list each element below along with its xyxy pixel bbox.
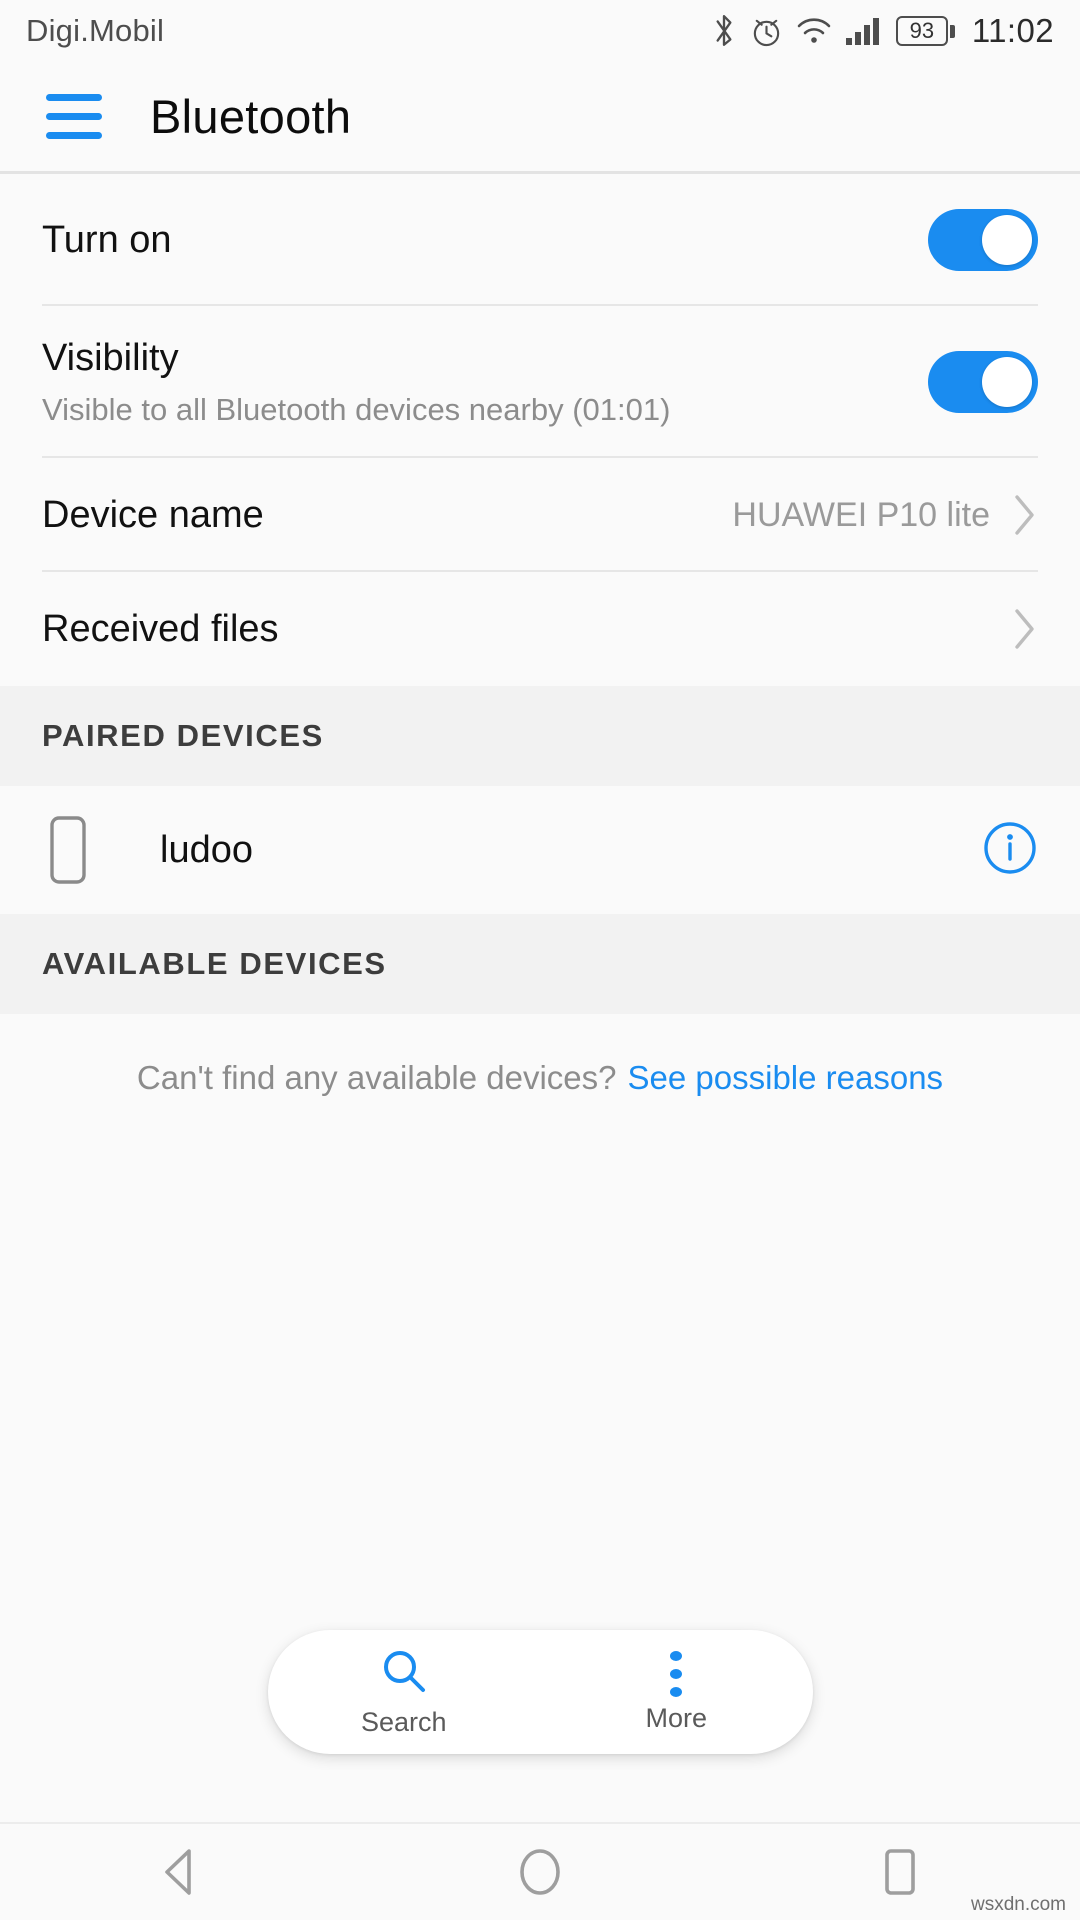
hamburger-menu-icon[interactable]	[46, 94, 102, 139]
setting-row-received-files[interactable]: Received files	[0, 572, 1080, 686]
android-nav-bar: wsxdn.com	[0, 1822, 1080, 1920]
more-vertical-icon	[670, 1650, 683, 1697]
turn-on-label: Turn on	[42, 218, 172, 261]
home-circle-icon[interactable]	[450, 1823, 630, 1920]
floating-action-bar: Search More	[267, 1630, 813, 1754]
device-name-value: HUAWEI P10 lite	[732, 495, 990, 534]
setting-row-turn-on[interactable]: Turn on	[0, 174, 1080, 306]
device-name-label: Device name	[42, 493, 264, 536]
setting-row-visibility[interactable]: Visibility Visible to all Bluetooth devi…	[0, 306, 1080, 458]
settings-list: Turn on Visibility Visible to all Blueto…	[0, 174, 1080, 1822]
phone-device-icon	[42, 815, 94, 885]
search-action-label: Search	[360, 1707, 447, 1737]
info-circle-icon[interactable]	[982, 820, 1038, 881]
more-action-button[interactable]: More	[540, 1630, 813, 1754]
visibility-subtitle: Visible to all Bluetooth devices nearby …	[42, 391, 671, 427]
back-triangle-icon[interactable]	[90, 1823, 270, 1920]
status-bar: Digi.Mobil 93 11:02	[0, 0, 1080, 62]
setting-row-device-name[interactable]: Device name HUAWEI P10 lite	[0, 458, 1080, 572]
battery-icon: 93	[895, 16, 955, 46]
recents-square-icon[interactable]	[810, 1823, 990, 1920]
app-bar: Bluetooth	[0, 62, 1080, 174]
carrier-label: Digi.Mobil	[26, 13, 165, 48]
visibility-toggle[interactable]	[928, 351, 1038, 413]
phone-screen: Digi.Mobil 93 11:02 Bluetooth Turn on Vi…	[0, 0, 1080, 1920]
see-possible-reasons-link[interactable]: See possible reasons	[628, 1059, 944, 1097]
section-header-paired-devices: PAIRED DEVICES	[0, 686, 1080, 786]
watermark-label: wsxdn.com	[970, 1894, 1066, 1915]
signal-icon	[845, 16, 883, 46]
content-filler	[0, 1142, 1080, 1702]
section-header-available-devices: AVAILABLE DEVICES	[0, 914, 1080, 1014]
battery-percent-label: 93	[909, 18, 935, 43]
alarm-icon	[750, 15, 783, 48]
received-files-label: Received files	[42, 607, 279, 650]
wifi-icon	[796, 16, 832, 46]
status-icons: 93 11:02	[711, 12, 1054, 50]
empty-state-text: Can't find any available devices?	[136, 1059, 617, 1096]
search-action-button[interactable]: Search	[268, 1630, 541, 1754]
search-icon	[379, 1646, 429, 1701]
chevron-right-icon	[1012, 493, 1038, 537]
paired-device-row[interactable]: ludoo	[0, 786, 1080, 914]
bluetooth-icon	[711, 13, 737, 49]
available-devices-empty-state: Can't find any available devices? See po…	[0, 1014, 1080, 1142]
visibility-label: Visibility	[42, 336, 179, 379]
chevron-right-icon	[1012, 607, 1038, 651]
clock-label: 11:02	[971, 12, 1054, 49]
page-title: Bluetooth	[150, 90, 352, 143]
more-action-label: More	[645, 1702, 707, 1733]
turn-on-toggle[interactable]	[928, 209, 1038, 271]
paired-device-name: ludoo	[160, 828, 253, 871]
